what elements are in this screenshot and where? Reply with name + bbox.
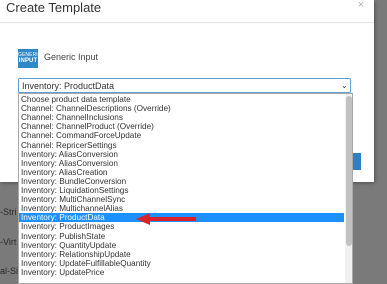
arrow-shape xyxy=(136,213,196,225)
annotation-arrow-icon xyxy=(136,213,196,225)
